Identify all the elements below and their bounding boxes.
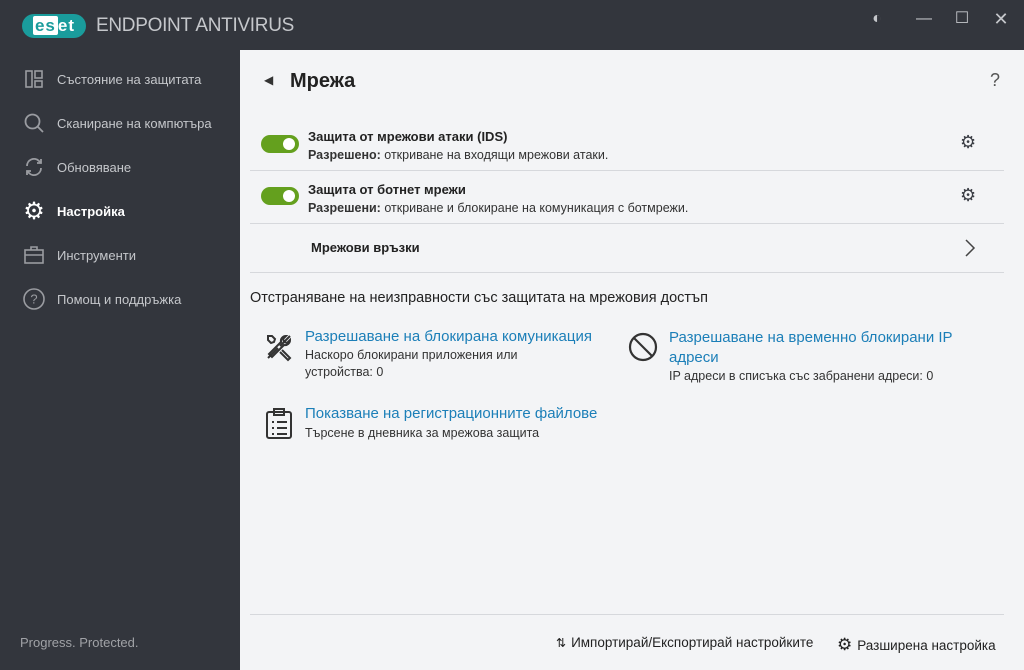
sidebar-item-tools[interactable]: Инструменти [0,233,240,277]
ids-toggle[interactable] [261,135,299,153]
back-arrow-icon[interactable]: ◀ [264,73,273,87]
advanced-setup-button[interactable]: ⚙ Разширена настройка [837,635,996,655]
sidebar-item-setup[interactable]: ⚙ Настройка [0,189,240,233]
allow-blocked-ip-link-line2[interactable]: адреси [669,348,953,368]
clipboard-icon [266,408,292,439]
ids-title: Защита от мрежови атаки (IDS) [308,129,508,144]
contrast-icon[interactable]: ◐ [866,8,888,30]
refresh-icon [22,155,46,179]
sidebar-item-update[interactable]: Обновяване [0,145,240,189]
tagline: Progress. Protected. [20,635,139,650]
troubleshoot-heading: Отстраняване на неизправности със защита… [250,290,708,306]
ids-status-label: Разрешено: [308,148,381,162]
sidebar-item-help[interactable]: ? Помощ и поддръжка [0,277,240,321]
help-icon: ? [22,287,46,311]
sidebar-item-scan[interactable]: Сканиране на компютъра [0,101,240,145]
minimize-icon[interactable]: — [913,8,935,30]
chevron-right-icon [965,239,976,257]
botnet-toggle[interactable] [261,187,299,205]
log-files-desc: Търсене в дневника за мрежова защита [305,426,540,440]
show-log-files-link[interactable]: Показване на регистрационните файлове [305,405,597,422]
ids-description: откриване на входящи мрежови атаки. [380,148,609,162]
ids-settings-gear-icon[interactable]: ⚙ [960,132,976,153]
close-icon[interactable]: ✕ [990,8,1012,30]
page-title: Мрежа [290,70,356,92]
gear-icon: ⚙ [23,197,45,225]
svg-text:?: ? [30,292,37,307]
blocked-apps-desc: Наскоро блокирани приложения или устройст… [305,347,518,381]
botnet-status-label: Разрешени: [308,201,381,215]
help-button[interactable]: ? [990,70,1000,91]
allow-blocked-communication-link[interactable]: Разрешаване на блокирана комуникация [305,328,592,345]
dashboard-icon [22,67,46,91]
tools-icon [267,335,292,362]
sidebar-item-protection-status[interactable]: Състояние на защитата [0,57,240,101]
eset-logo: es et [22,14,86,38]
divider [250,170,1004,171]
title-bar: es et ENDPOINT ANTIVIRUS ◐ — ☐ ✕ [0,0,1024,50]
blocked-apps-desc-line1: Наскоро блокирани приложения или [305,348,518,362]
network-connections-label: Мрежови връзки [311,240,420,255]
divider [250,272,1004,273]
footer-divider [250,614,1004,615]
product-name: ENDPOINT ANTIVIRUS [96,15,295,36]
network-connections-row[interactable]: Мрежови връзки [250,224,1004,272]
import-export-icon: ⇅ [556,635,567,650]
ids-status: Разрешено: откриване на входящи мрежови … [308,148,608,162]
blocked-icon [628,332,658,362]
import-export-button[interactable]: ⇅ Импортирай/Експортирай настройките [556,635,813,650]
blacklist-count: IP адреси в списъка със забранени адреси… [669,369,934,383]
toolbox-icon [22,243,46,267]
maximize-icon[interactable]: ☐ [951,8,973,30]
main-panel: ◀ Мрежа ? Защита от мрежови атаки (IDS) … [240,50,1024,670]
botnet-title: Защита от ботнет мрежи [308,182,466,197]
allow-blocked-ip-link-line1[interactable]: Разрешаване на временно блокирани IP [669,328,953,348]
botnet-settings-gear-icon[interactable]: ⚙ [960,185,976,206]
allow-blocked-ip-link[interactable]: Разрешаване на временно блокирани IP адре… [669,328,953,368]
botnet-status: Разрешени: откриване и блокиране на кому… [308,201,688,215]
import-export-label: Импортирай/Експортирай настройките [571,635,814,650]
gear-icon: ⚙ [837,635,853,654]
blocked-apps-count: устройства: 0 [305,365,384,379]
search-icon [22,111,46,135]
botnet-description: откриване и блокиране на комуникация с б… [380,201,689,215]
advanced-setup-label: Разширена настройка [857,637,996,653]
